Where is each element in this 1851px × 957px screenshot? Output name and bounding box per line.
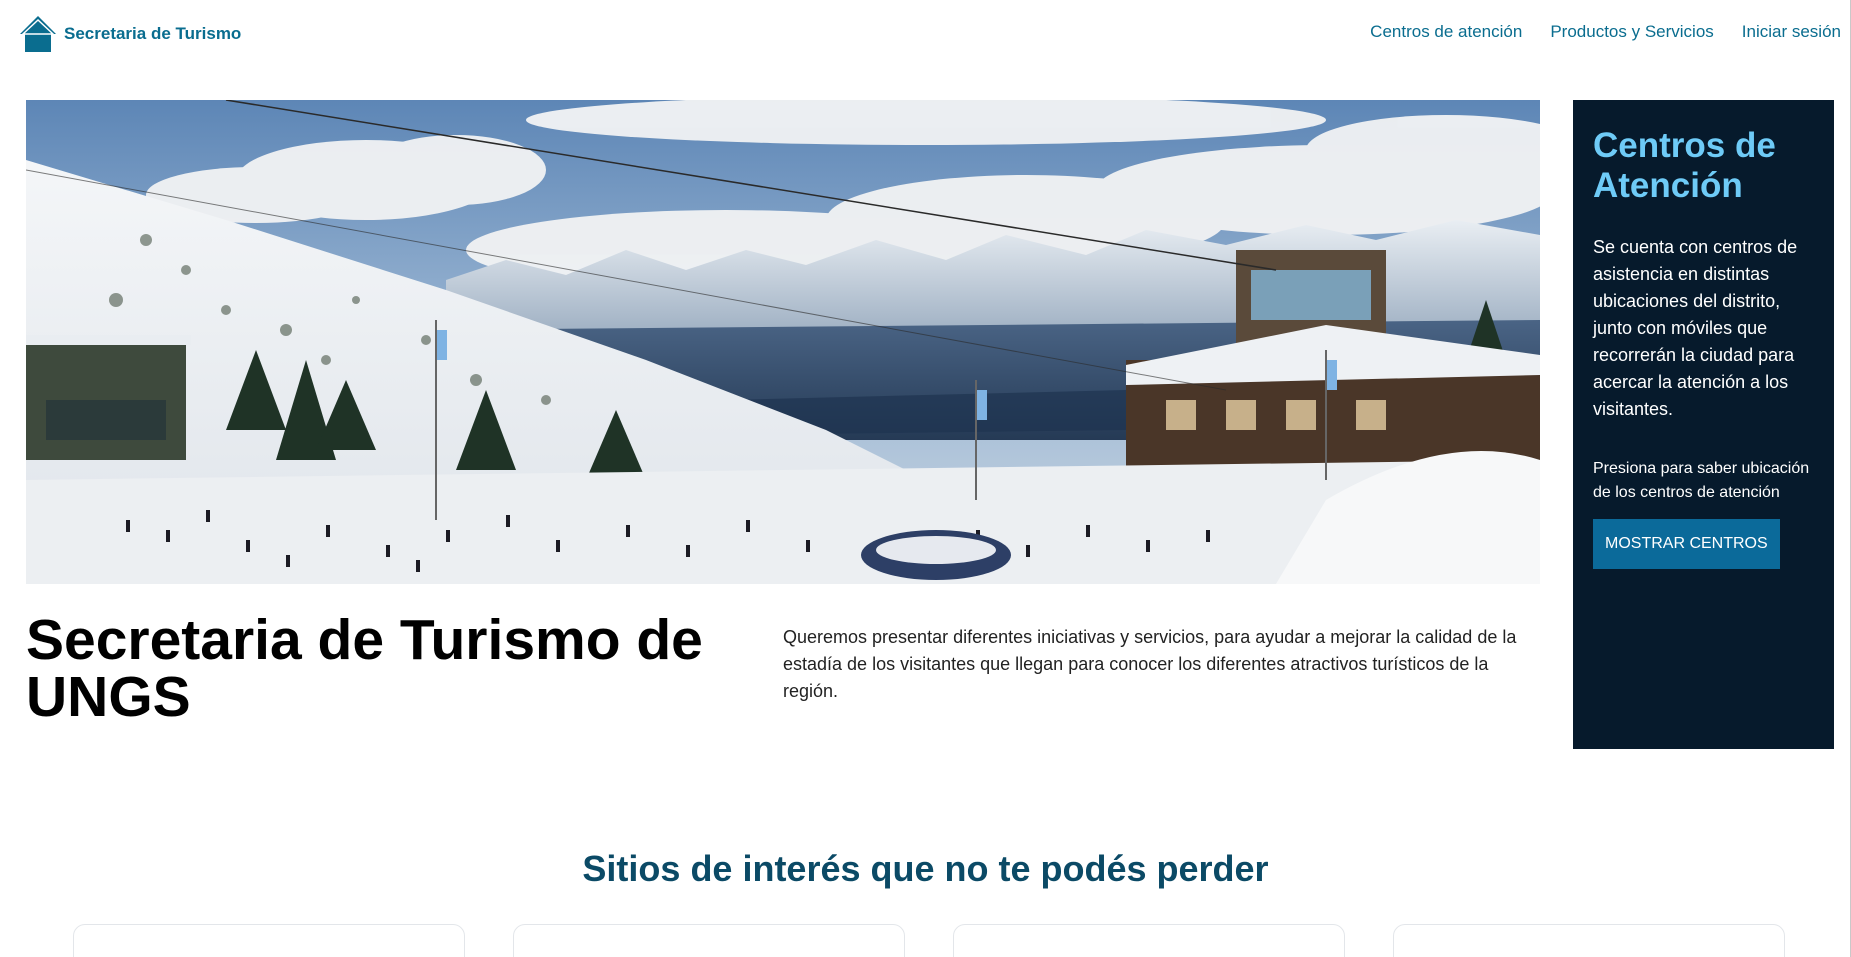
brand-name: Secretaria de Turismo [64,24,242,43]
nav-link-centros[interactable]: Centros de atención [1370,22,1522,42]
snowy-mountain-landscape-image [26,100,1540,584]
nav-link-productos[interactable]: Productos y Servicios [1550,22,1713,42]
hero-image [26,100,1540,584]
mostrar-centros-button[interactable]: MOSTRAR CENTROS [1593,519,1780,569]
sites-cards [73,924,1785,957]
section-title: Sitios de interés que no te podés perder [582,848,1269,889]
nav-link-login[interactable]: Iniciar sesión [1742,22,1841,42]
home-icon [20,16,56,52]
sidebar-title: Centros de Atención [1593,126,1776,205]
centros-sidebar: Centros de Atención Se cuenta con centro… [1573,100,1834,749]
site-card[interactable] [513,924,905,957]
brand-link[interactable]: Secretaria de Turismo [18,14,241,54]
site-card[interactable] [1393,924,1785,957]
top-navbar: Secretaria de Turismo Centros de atenció… [0,0,1851,70]
site-card[interactable] [953,924,1345,957]
hero-title: Secretaria de Turismo de UNGS [26,608,703,729]
hero-description: Queremos presentar diferentes iniciativa… [783,627,1517,701]
nav-links: Centros de atención Productos y Servicio… [1370,22,1841,42]
site-card[interactable] [73,924,465,957]
sidebar-hint: Presiona para saber ubicación de los cen… [1593,460,1810,501]
sidebar-text: Se cuenta con centros de asistencia en d… [1593,237,1798,419]
